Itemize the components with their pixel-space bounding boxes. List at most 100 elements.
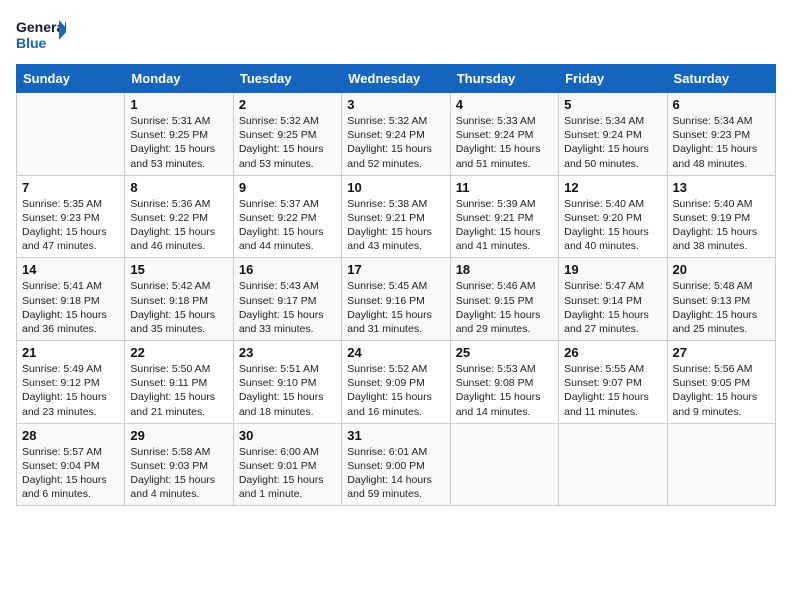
- calendar-cell: 26 Sunrise: 5:55 AM Sunset: 9:07 PM Dayli…: [559, 341, 667, 424]
- calendar-cell: 2 Sunrise: 5:32 AM Sunset: 9:25 PM Daylig…: [233, 93, 341, 176]
- day-number: 28: [22, 428, 119, 443]
- cell-info: Sunrise: 5:32 AM Sunset: 9:24 PM Dayligh…: [347, 114, 444, 171]
- col-header-friday: Friday: [559, 65, 667, 93]
- cell-info: Sunrise: 5:34 AM Sunset: 9:24 PM Dayligh…: [564, 114, 661, 171]
- day-number: 5: [564, 97, 661, 112]
- cell-info: Sunrise: 5:38 AM Sunset: 9:21 PM Dayligh…: [347, 197, 444, 254]
- calendar-cell: [559, 423, 667, 506]
- calendar-cell: 29 Sunrise: 5:58 AM Sunset: 9:03 PM Dayli…: [125, 423, 233, 506]
- calendar-cell: [450, 423, 558, 506]
- calendar-cell: 9 Sunrise: 5:37 AM Sunset: 9:22 PM Daylig…: [233, 175, 341, 258]
- calendar-cell: 13 Sunrise: 5:40 AM Sunset: 9:19 PM Dayli…: [667, 175, 775, 258]
- day-number: 1: [130, 97, 227, 112]
- svg-text:General: General: [16, 19, 66, 35]
- cell-info: Sunrise: 5:46 AM Sunset: 9:15 PM Dayligh…: [456, 279, 553, 336]
- day-number: 16: [239, 262, 336, 277]
- cell-info: Sunrise: 5:40 AM Sunset: 9:19 PM Dayligh…: [673, 197, 770, 254]
- calendar-cell: 24Sunrise: 5:52 AM Sunset: 9:09 PM Dayli…: [342, 341, 450, 424]
- calendar-cell: 22Sunrise: 5:50 AM Sunset: 9:11 PM Dayli…: [125, 341, 233, 424]
- cell-info: Sunrise: 5:53 AM Sunset: 9:08 PM Dayligh…: [456, 362, 553, 419]
- cell-info: Sunrise: 5:39 AM Sunset: 9:21 PM Dayligh…: [456, 197, 553, 254]
- day-number: 31: [347, 428, 444, 443]
- day-number: 10: [347, 180, 444, 195]
- day-number: 15: [130, 262, 227, 277]
- day-number: 4: [456, 97, 553, 112]
- page-header: General Blue: [16, 16, 776, 56]
- day-number: 13: [673, 180, 770, 195]
- cell-info: Sunrise: 5:52 AM Sunset: 9:09 PM Dayligh…: [347, 362, 444, 419]
- day-number: 22: [130, 345, 227, 360]
- day-number: 26: [564, 345, 661, 360]
- day-number: 2: [239, 97, 336, 112]
- cell-info: Sunrise: 5:32 AM Sunset: 9:25 PM Dayligh…: [239, 114, 336, 171]
- day-number: 14: [22, 262, 119, 277]
- calendar-cell: 6 Sunrise: 5:34 AM Sunset: 9:23 PM Daylig…: [667, 93, 775, 176]
- calendar-cell: 15 Sunrise: 5:42 AM Sunset: 9:18 PM Dayli…: [125, 258, 233, 341]
- day-number: 6: [673, 97, 770, 112]
- cell-info: Sunrise: 5:49 AM Sunset: 9:12 PM Dayligh…: [22, 362, 119, 419]
- col-header-wednesday: Wednesday: [342, 65, 450, 93]
- calendar-cell: 23 Sunrise: 5:51 AM Sunset: 9:10 PM Dayli…: [233, 341, 341, 424]
- day-number: 29: [130, 428, 227, 443]
- calendar-cell: 17 Sunrise: 5:45 AM Sunset: 9:16 PM Dayli…: [342, 258, 450, 341]
- day-number: 25: [456, 345, 553, 360]
- day-number: 23: [239, 345, 336, 360]
- col-header-saturday: Saturday: [667, 65, 775, 93]
- calendar-cell: 31 Sunrise: 6:01 AM Sunset: 9:00 PM Dayli…: [342, 423, 450, 506]
- cell-info: Sunrise: 5:57 AM Sunset: 9:04 PM Dayligh…: [22, 445, 119, 502]
- calendar-cell: 28 Sunrise: 5:57 AM Sunset: 9:04 PM Dayli…: [17, 423, 125, 506]
- cell-info: Sunrise: 5:36 AM Sunset: 9:22 PM Dayligh…: [130, 197, 227, 254]
- col-header-tuesday: Tuesday: [233, 65, 341, 93]
- cell-info: Sunrise: 5:45 AM Sunset: 9:16 PM Dayligh…: [347, 279, 444, 336]
- cell-info: Sunrise: 5:37 AM Sunset: 9:22 PM Dayligh…: [239, 197, 336, 254]
- calendar-cell: 14 Sunrise: 5:41 AM Sunset: 9:18 PM Dayli…: [17, 258, 125, 341]
- calendar-cell: 27 Sunrise: 5:56 AM Sunset: 9:05 PM Dayli…: [667, 341, 775, 424]
- cell-info: Sunrise: 5:56 AM Sunset: 9:05 PM Dayligh…: [673, 362, 770, 419]
- calendar-cell: 3Sunrise: 5:32 AM Sunset: 9:24 PM Daylig…: [342, 93, 450, 176]
- day-number: 9: [239, 180, 336, 195]
- cell-info: Sunrise: 5:42 AM Sunset: 9:18 PM Dayligh…: [130, 279, 227, 336]
- day-number: 12: [564, 180, 661, 195]
- cell-info: Sunrise: 5:58 AM Sunset: 9:03 PM Dayligh…: [130, 445, 227, 502]
- col-header-sunday: Sunday: [17, 65, 125, 93]
- cell-info: Sunrise: 5:48 AM Sunset: 9:13 PM Dayligh…: [673, 279, 770, 336]
- day-number: 7: [22, 180, 119, 195]
- calendar-cell: [17, 93, 125, 176]
- svg-text:Blue: Blue: [16, 35, 47, 51]
- calendar-cell: 4 Sunrise: 5:33 AM Sunset: 9:24 PM Daylig…: [450, 93, 558, 176]
- day-number: 20: [673, 262, 770, 277]
- logo-svg: General Blue: [16, 16, 66, 56]
- cell-info: Sunrise: 5:40 AM Sunset: 9:20 PM Dayligh…: [564, 197, 661, 254]
- calendar-cell: 19Sunrise: 5:47 AM Sunset: 9:14 PM Dayli…: [559, 258, 667, 341]
- day-number: 18: [456, 262, 553, 277]
- day-number: 30: [239, 428, 336, 443]
- cell-info: Sunrise: 6:01 AM Sunset: 9:00 PM Dayligh…: [347, 445, 444, 502]
- calendar-cell: 11 Sunrise: 5:39 AM Sunset: 9:21 PM Dayli…: [450, 175, 558, 258]
- col-header-monday: Monday: [125, 65, 233, 93]
- calendar-cell: 5 Sunrise: 5:34 AM Sunset: 9:24 PM Daylig…: [559, 93, 667, 176]
- cell-info: Sunrise: 5:35 AM Sunset: 9:23 PM Dayligh…: [22, 197, 119, 254]
- day-number: 27: [673, 345, 770, 360]
- day-number: 11: [456, 180, 553, 195]
- calendar-cell: [667, 423, 775, 506]
- cell-info: Sunrise: 5:33 AM Sunset: 9:24 PM Dayligh…: [456, 114, 553, 171]
- cell-info: Sunrise: 5:51 AM Sunset: 9:10 PM Dayligh…: [239, 362, 336, 419]
- calendar-cell: 21Sunrise: 5:49 AM Sunset: 9:12 PM Dayli…: [17, 341, 125, 424]
- cell-info: Sunrise: 5:55 AM Sunset: 9:07 PM Dayligh…: [564, 362, 661, 419]
- calendar-table: SundayMondayTuesdayWednesdayThursdayFrid…: [16, 64, 776, 506]
- calendar-cell: 10 Sunrise: 5:38 AM Sunset: 9:21 PM Dayli…: [342, 175, 450, 258]
- cell-info: Sunrise: 6:00 AM Sunset: 9:01 PM Dayligh…: [239, 445, 336, 502]
- calendar-cell: 20 Sunrise: 5:48 AM Sunset: 9:13 PM Dayli…: [667, 258, 775, 341]
- calendar-cell: 12 Sunrise: 5:40 AM Sunset: 9:20 PM Dayli…: [559, 175, 667, 258]
- col-header-thursday: Thursday: [450, 65, 558, 93]
- calendar-cell: 8Sunrise: 5:36 AM Sunset: 9:22 PM Daylig…: [125, 175, 233, 258]
- day-number: 17: [347, 262, 444, 277]
- calendar-cell: 30 Sunrise: 6:00 AM Sunset: 9:01 PM Dayli…: [233, 423, 341, 506]
- cell-info: Sunrise: 5:34 AM Sunset: 9:23 PM Dayligh…: [673, 114, 770, 171]
- calendar-cell: 25 Sunrise: 5:53 AM Sunset: 9:08 PM Dayli…: [450, 341, 558, 424]
- calendar-cell: 16Sunrise: 5:43 AM Sunset: 9:17 PM Dayli…: [233, 258, 341, 341]
- cell-info: Sunrise: 5:47 AM Sunset: 9:14 PM Dayligh…: [564, 279, 661, 336]
- logo: General Blue: [16, 16, 66, 56]
- calendar-cell: 1Sunrise: 5:31 AM Sunset: 9:25 PM Daylig…: [125, 93, 233, 176]
- cell-info: Sunrise: 5:41 AM Sunset: 9:18 PM Dayligh…: [22, 279, 119, 336]
